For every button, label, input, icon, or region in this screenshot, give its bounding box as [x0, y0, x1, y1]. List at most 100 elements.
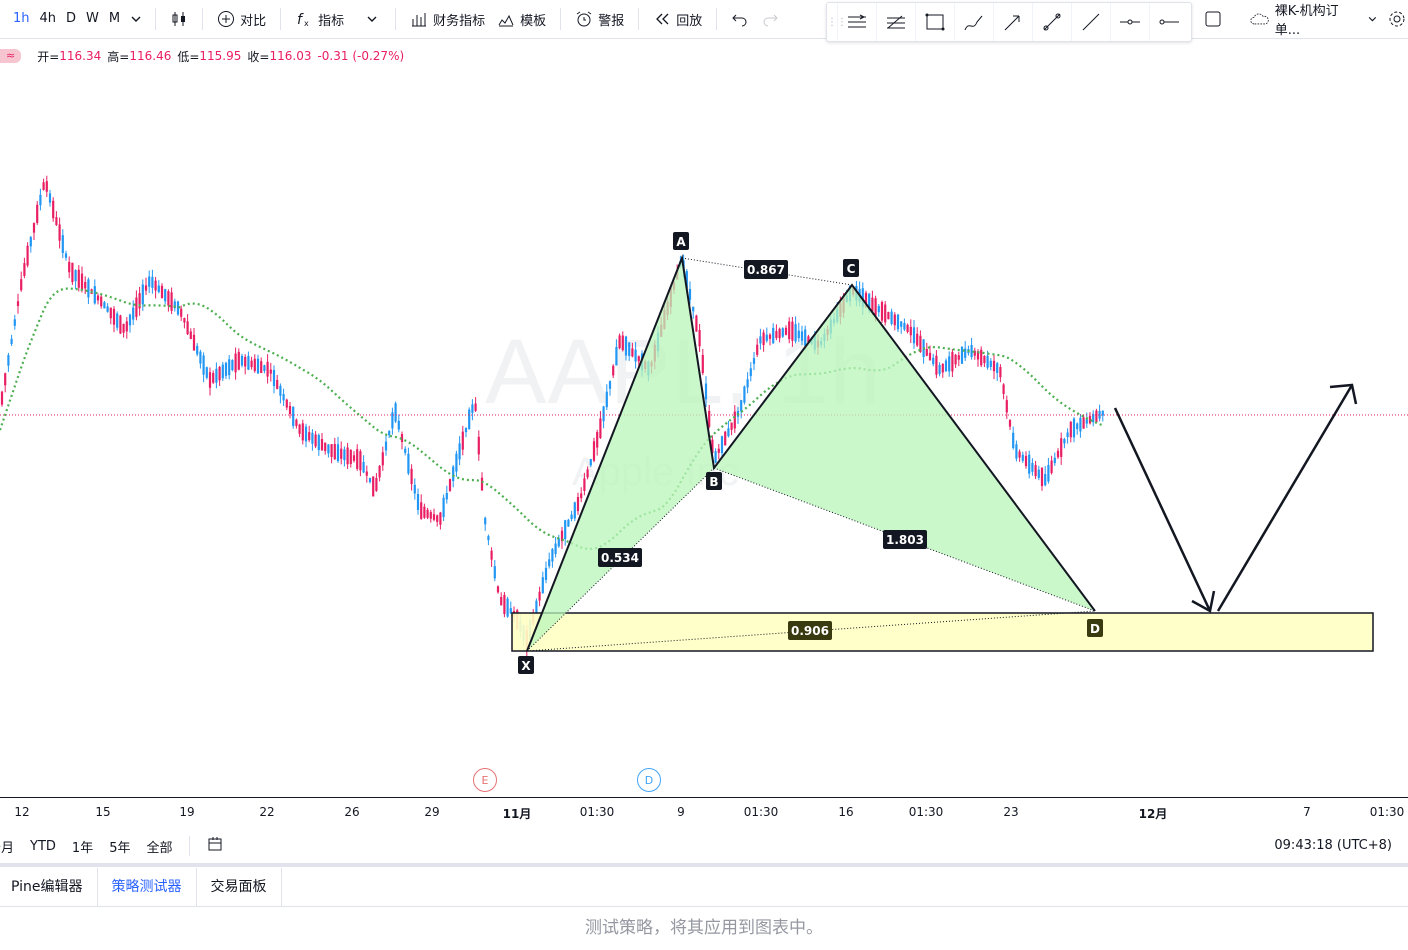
time-axis[interactable]: 12 15 19 22 26 29 11月 01:30 9 01:30 16 0… — [0, 797, 1408, 826]
xabcd-pattern[interactable]: X A B C D 0.534 0.867 1.803 0.906 — [518, 232, 1103, 674]
timezone-clock[interactable]: 09:43:18 (UTC+8) — [1274, 838, 1392, 853]
alert-button[interactable]: 警报 — [569, 0, 630, 38]
candle-body — [84, 281, 87, 289]
candle-body — [884, 304, 887, 323]
candle-body — [320, 439, 324, 451]
ratio-label-bcd: 1.803 — [883, 530, 927, 549]
candle-body — [0, 391, 4, 405]
drag-handle-icon[interactable]: ⋮⋮ — [827, 17, 847, 28]
time-tick: 29 — [424, 805, 440, 819]
fib-tool[interactable] — [876, 3, 915, 41]
candle-body — [1021, 454, 1024, 461]
candle-body — [442, 497, 445, 518]
chart-type-button[interactable] — [164, 0, 194, 38]
chevron-down-icon — [131, 16, 141, 22]
candle-body — [890, 311, 893, 324]
calendar-arrow-icon — [208, 837, 221, 851]
candle-body — [388, 431, 391, 436]
candle-body — [359, 451, 362, 471]
candle-body — [954, 354, 957, 365]
panel-splitter[interactable] — [0, 863, 1408, 867]
timeframe-4h[interactable]: 4h — [35, 0, 62, 38]
financials-button[interactable]: 财务指标 — [404, 0, 491, 38]
candle-body — [381, 452, 384, 466]
candle-body — [634, 349, 637, 362]
range-ytd[interactable]: YTD — [22, 839, 64, 854]
earnings-marker[interactable]: E — [473, 768, 497, 792]
settings-button[interactable] — [1386, 0, 1408, 38]
point-label-c: C — [843, 259, 859, 277]
fullscreen-button[interactable] — [1198, 0, 1228, 38]
candle-body — [452, 466, 455, 482]
candle-body — [416, 494, 420, 510]
candle-body — [109, 307, 112, 319]
svg-text:D: D — [1090, 622, 1100, 636]
trend-line-tool[interactable] — [1032, 3, 1071, 41]
candle-body — [253, 358, 256, 372]
replay-button[interactable]: 回放 — [647, 0, 708, 38]
range-1y[interactable]: 1年 — [64, 837, 101, 856]
candle-body — [199, 351, 202, 364]
candle-body — [116, 313, 119, 328]
compare-button[interactable]: 对比 — [211, 0, 272, 38]
candle-body — [61, 235, 64, 253]
candle-body — [794, 324, 797, 342]
range-5y[interactable]: 5年 — [101, 837, 138, 856]
timeframe-1h[interactable]: 1h — [8, 0, 35, 38]
timeframe-dropdown[interactable] — [125, 0, 147, 38]
candle-body — [432, 514, 436, 520]
candle-body — [1034, 465, 1037, 477]
projection-arrows[interactable] — [1113, 383, 1358, 613]
candle-body — [887, 312, 890, 320]
ray-icon — [1082, 13, 1100, 31]
redo-button[interactable] — [755, 0, 785, 38]
time-tick: 01:30 — [743, 805, 779, 819]
candle-body — [1076, 423, 1079, 430]
goto-date-button[interactable] — [198, 835, 232, 857]
candle-body — [23, 263, 26, 276]
time-tick: 15 — [95, 805, 111, 819]
candle-body — [970, 345, 973, 358]
candle-body — [80, 273, 84, 291]
timeframe-m[interactable]: M — [104, 0, 125, 38]
timeframe-w[interactable]: W — [81, 0, 104, 38]
arrow-marker-tool[interactable] — [993, 3, 1032, 41]
candle-body — [752, 358, 756, 364]
brush-tool[interactable] — [954, 3, 993, 41]
candle-body — [893, 314, 896, 326]
templates-button[interactable]: 模板 — [491, 0, 552, 38]
tab-strategy-tester[interactable]: 策略测试器 — [97, 868, 197, 906]
ray-tool[interactable] — [1071, 3, 1110, 41]
horizontal-line-tool[interactable] — [1110, 3, 1149, 41]
candle-body — [704, 383, 708, 400]
dividend-marker[interactable]: D — [637, 768, 661, 792]
svg-text:C: C — [847, 262, 856, 276]
svg-text:0.867: 0.867 — [747, 263, 785, 277]
indicators-button[interactable]: fx 指标 — [289, 0, 387, 38]
candle-body — [384, 441, 388, 451]
horizontal-ray-tool[interactable] — [1149, 3, 1188, 41]
price-chart[interactable]: X A B C D 0.534 0.867 1.803 0.906 — [0, 40, 1408, 797]
candle-body — [756, 344, 759, 355]
target-zone[interactable] — [511, 612, 1374, 652]
candle-body — [983, 356, 986, 364]
candle-body — [784, 327, 788, 335]
fx-icon: fx — [297, 12, 309, 28]
range-all[interactable]: 全部 — [138, 837, 180, 856]
candle-body — [368, 477, 372, 483]
candle-body — [871, 297, 874, 312]
timeframe-d[interactable]: D — [61, 0, 81, 38]
candle-body — [474, 403, 477, 411]
tab-trading-panel[interactable]: 交易面板 — [197, 868, 282, 906]
trend-line-icon — [1043, 13, 1061, 31]
undo-button[interactable] — [725, 0, 755, 38]
layout-menu-button[interactable]: 裸K-机构订单... — [1244, 0, 1386, 38]
candle-body — [343, 449, 346, 461]
rectangle-tool[interactable] — [915, 3, 954, 41]
candle-body — [727, 428, 730, 437]
candle-body — [487, 536, 490, 541]
point-label-b: B — [706, 472, 722, 490]
range-month[interactable]: 个月 — [0, 837, 22, 856]
tab-pine-editor[interactable]: Pine编辑器 — [0, 868, 98, 906]
parallel-channel-tool[interactable] — [837, 3, 876, 41]
